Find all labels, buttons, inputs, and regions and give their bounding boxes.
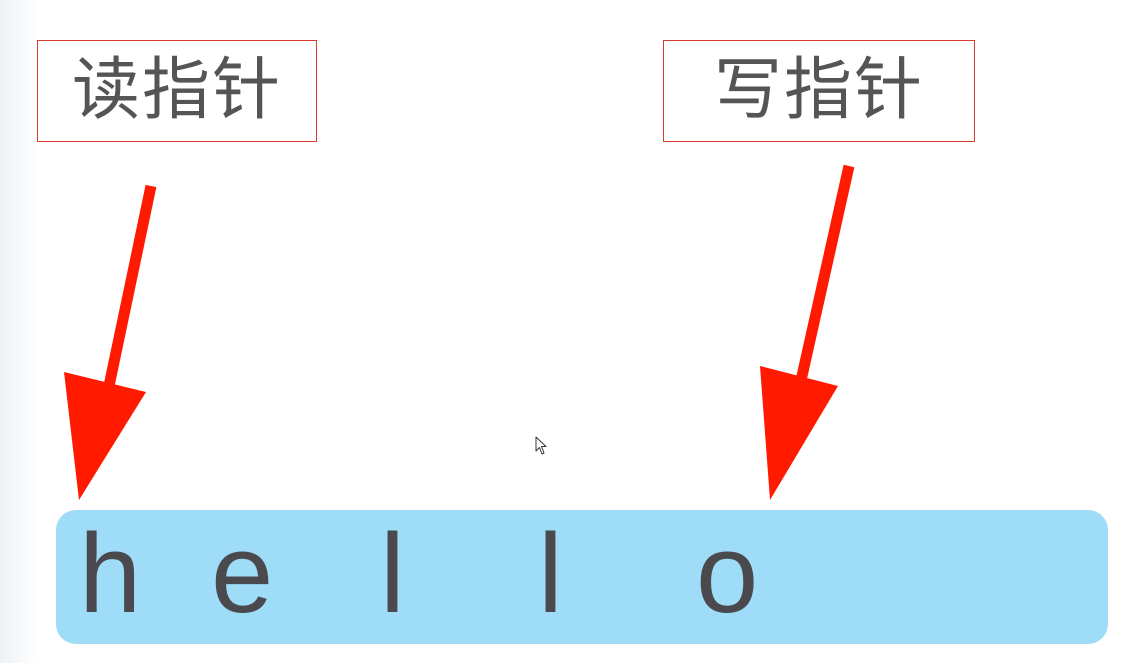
- read-arrow-shaft: [99, 184, 157, 407]
- write-arrow-head: [760, 366, 838, 500]
- buffer-char-l1: l: [380, 511, 405, 636]
- write-pointer-arrow: [760, 164, 855, 500]
- read-arrow-head: [64, 372, 146, 500]
- buffer-char-l2: l: [538, 511, 563, 636]
- buffer-char-o: o: [696, 511, 759, 636]
- buffer-char-h: h: [79, 511, 142, 636]
- write-arrow-shaft: [794, 164, 855, 387]
- read-pointer-arrow: [64, 184, 157, 500]
- buffer-bar: h e l l o: [56, 510, 1108, 644]
- mouse-pointer-icon: [535, 436, 547, 455]
- buffer-char-e: e: [211, 511, 274, 636]
